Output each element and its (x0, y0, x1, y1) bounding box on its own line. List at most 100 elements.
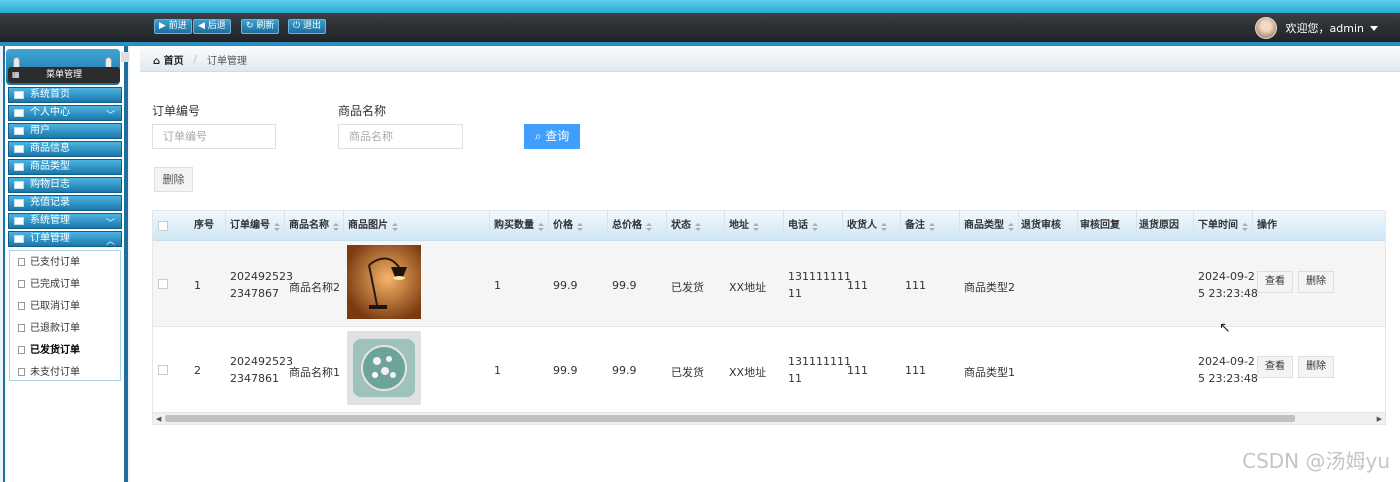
sort-icon (333, 223, 339, 231)
row-checkbox[interactable] (158, 279, 168, 289)
cell-product-name: 商品名称2 (289, 281, 340, 294)
book-icon (14, 181, 24, 189)
cell-index: 1 (194, 279, 201, 292)
sidebar-item-orders[interactable]: 订单管理 ︿ (8, 231, 122, 247)
col-price[interactable]: 价格 (549, 211, 608, 241)
product-name-input[interactable]: 商品名称 (338, 124, 463, 149)
col-return-reason[interactable]: 退货原因 (1137, 211, 1194, 241)
orders-table: 序号 订单编号 商品名称 商品图片 购买数量 价格 总价格 状态 地址 电话 收… (152, 210, 1386, 425)
horizontal-scrollbar[interactable]: ◀ ▶ (153, 413, 1385, 424)
chevron-up-icon: ︿ (105, 237, 115, 247)
book-icon (14, 235, 24, 243)
chevron-down-icon (1370, 25, 1378, 31)
view-button[interactable]: 查看 (1257, 271, 1293, 293)
sort-icon (646, 223, 652, 231)
col-index: 序号 (189, 211, 226, 241)
query-button[interactable]: ⌕ 查询 (524, 124, 580, 149)
col-receiver[interactable]: 收货人 (843, 211, 901, 241)
batch-delete-button[interactable]: 删除 (154, 167, 193, 192)
scroll-left-icon[interactable]: ◀ (156, 415, 161, 423)
col-phone[interactable]: 电话 (784, 211, 843, 241)
chevron-down-icon: ﹀ (105, 219, 115, 229)
cell-order-no: 2347861 (230, 372, 279, 385)
cell-order-time: 5 23:23:48 (1198, 287, 1258, 300)
sidebar-item-home[interactable]: 系统首页 (8, 87, 122, 103)
scroll-right-icon[interactable]: ▶ (1377, 415, 1382, 423)
cell-quantity: 1 (494, 279, 501, 292)
submenu-item-unpaid[interactable]: 未支付订单 (18, 363, 80, 378)
page-icon (18, 368, 25, 376)
refresh-icon: ↻ (246, 21, 257, 31)
order-no-input[interactable]: 订单编号 (152, 124, 276, 149)
col-status[interactable]: 状态 (667, 211, 725, 241)
cell-quantity: 1 (494, 364, 501, 377)
sort-icon (753, 223, 759, 231)
cell-phone: 11 (788, 372, 802, 385)
submenu-item-paid[interactable]: 已支付订单 (18, 253, 80, 268)
submenu-item-completed[interactable]: 已完成订单 (18, 275, 80, 290)
col-order-no[interactable]: 订单编号 (226, 211, 285, 241)
product-image-lamp[interactable] (347, 245, 421, 319)
sidebar-item-products[interactable]: 商品信息 (8, 141, 122, 157)
cell-order-time: 2024-09-2 (1198, 355, 1255, 368)
back-arrow-icon: ◀ (198, 21, 208, 31)
book-icon (14, 127, 24, 135)
search-icon: ⌕ (534, 129, 546, 143)
select-all-checkbox[interactable] (158, 221, 168, 231)
cell-price: 99.9 (553, 279, 578, 292)
delete-button[interactable]: 删除 (1298, 271, 1334, 293)
product-image-pillow[interactable] (347, 331, 421, 405)
top-accent-bar (0, 42, 1400, 46)
col-product-image[interactable]: 商品图片 (344, 211, 490, 241)
chevron-down-icon: ﹀ (105, 111, 115, 121)
welcome-text: 欢迎您，admin (1285, 22, 1364, 35)
col-quantity[interactable]: 购买数量 (490, 211, 549, 241)
sidebar-item-personal[interactable]: 个人中心 ﹀ (8, 105, 122, 121)
sidebar-item-system[interactable]: 系统管理 ﹀ (8, 213, 122, 229)
sort-icon (812, 223, 818, 231)
watermark: CSDN @汤姆yu (1242, 449, 1390, 473)
sort-icon (392, 223, 398, 231)
delete-button[interactable]: 删除 (1298, 356, 1334, 378)
col-product-type[interactable]: 商品类型 (960, 211, 1019, 241)
submenu-item-cancelled[interactable]: 已取消订单 (18, 297, 80, 312)
sidebar-item-recharge[interactable]: 充值记录 (8, 195, 122, 211)
cell-price: 99.9 (553, 364, 578, 377)
sidebar-item-product-types[interactable]: 商品类型 (8, 159, 122, 175)
col-review-reply[interactable]: 审核回复 (1078, 211, 1137, 241)
view-button[interactable]: 查看 (1257, 356, 1293, 378)
forward-button[interactable]: ▶ 前进 (154, 19, 192, 34)
sidebar-item-user[interactable]: 用户 (8, 123, 122, 139)
refresh-button[interactable]: ↻ 刷新 (241, 19, 280, 34)
col-product-name[interactable]: 商品名称 (285, 211, 344, 241)
breadcrumb-separator: / (193, 54, 198, 65)
sort-icon (881, 223, 887, 231)
cell-total: 99.9 (612, 364, 637, 377)
cell-order-no: 202492523 (230, 270, 293, 283)
cell-order-no: 2347867 (230, 287, 279, 300)
page-icon (18, 302, 25, 310)
col-remark[interactable]: 备注 (901, 211, 960, 241)
home-icon: ⌂ (153, 56, 161, 67)
col-total[interactable]: 总价格 (608, 211, 667, 241)
sidebar-item-shopping-log[interactable]: 购物日志 (8, 177, 122, 193)
scroll-handle[interactable] (121, 52, 129, 62)
row-checkbox[interactable] (158, 365, 168, 375)
back-button[interactable]: ◀ 后退 (193, 19, 231, 34)
cell-remark: 111 (905, 279, 926, 292)
col-address[interactable]: 地址 (725, 211, 784, 241)
breadcrumb-home[interactable]: ⌂ 首页 (153, 52, 184, 67)
top-strip (0, 0, 1400, 13)
submenu-item-shipped[interactable]: 已发货订单 (18, 341, 80, 356)
scrollbar-thumb[interactable] (165, 415, 1295, 422)
power-icon: ⏻ (293, 21, 303, 31)
exit-button[interactable]: ⏻ 退出 (288, 19, 326, 34)
product-name-label: 商品名称 (338, 104, 387, 118)
cell-remark: 111 (905, 364, 926, 377)
col-order-time[interactable]: 下单时间 (1194, 211, 1253, 241)
cell-status: 已发货 (671, 281, 704, 294)
user-menu[interactable]: 欢迎您，admin (1254, 17, 1378, 39)
col-return-review[interactable]: 退货审核 (1019, 211, 1078, 241)
play-icon: ▶ (159, 21, 169, 31)
submenu-item-refunded[interactable]: 已退款订单 (18, 319, 80, 334)
